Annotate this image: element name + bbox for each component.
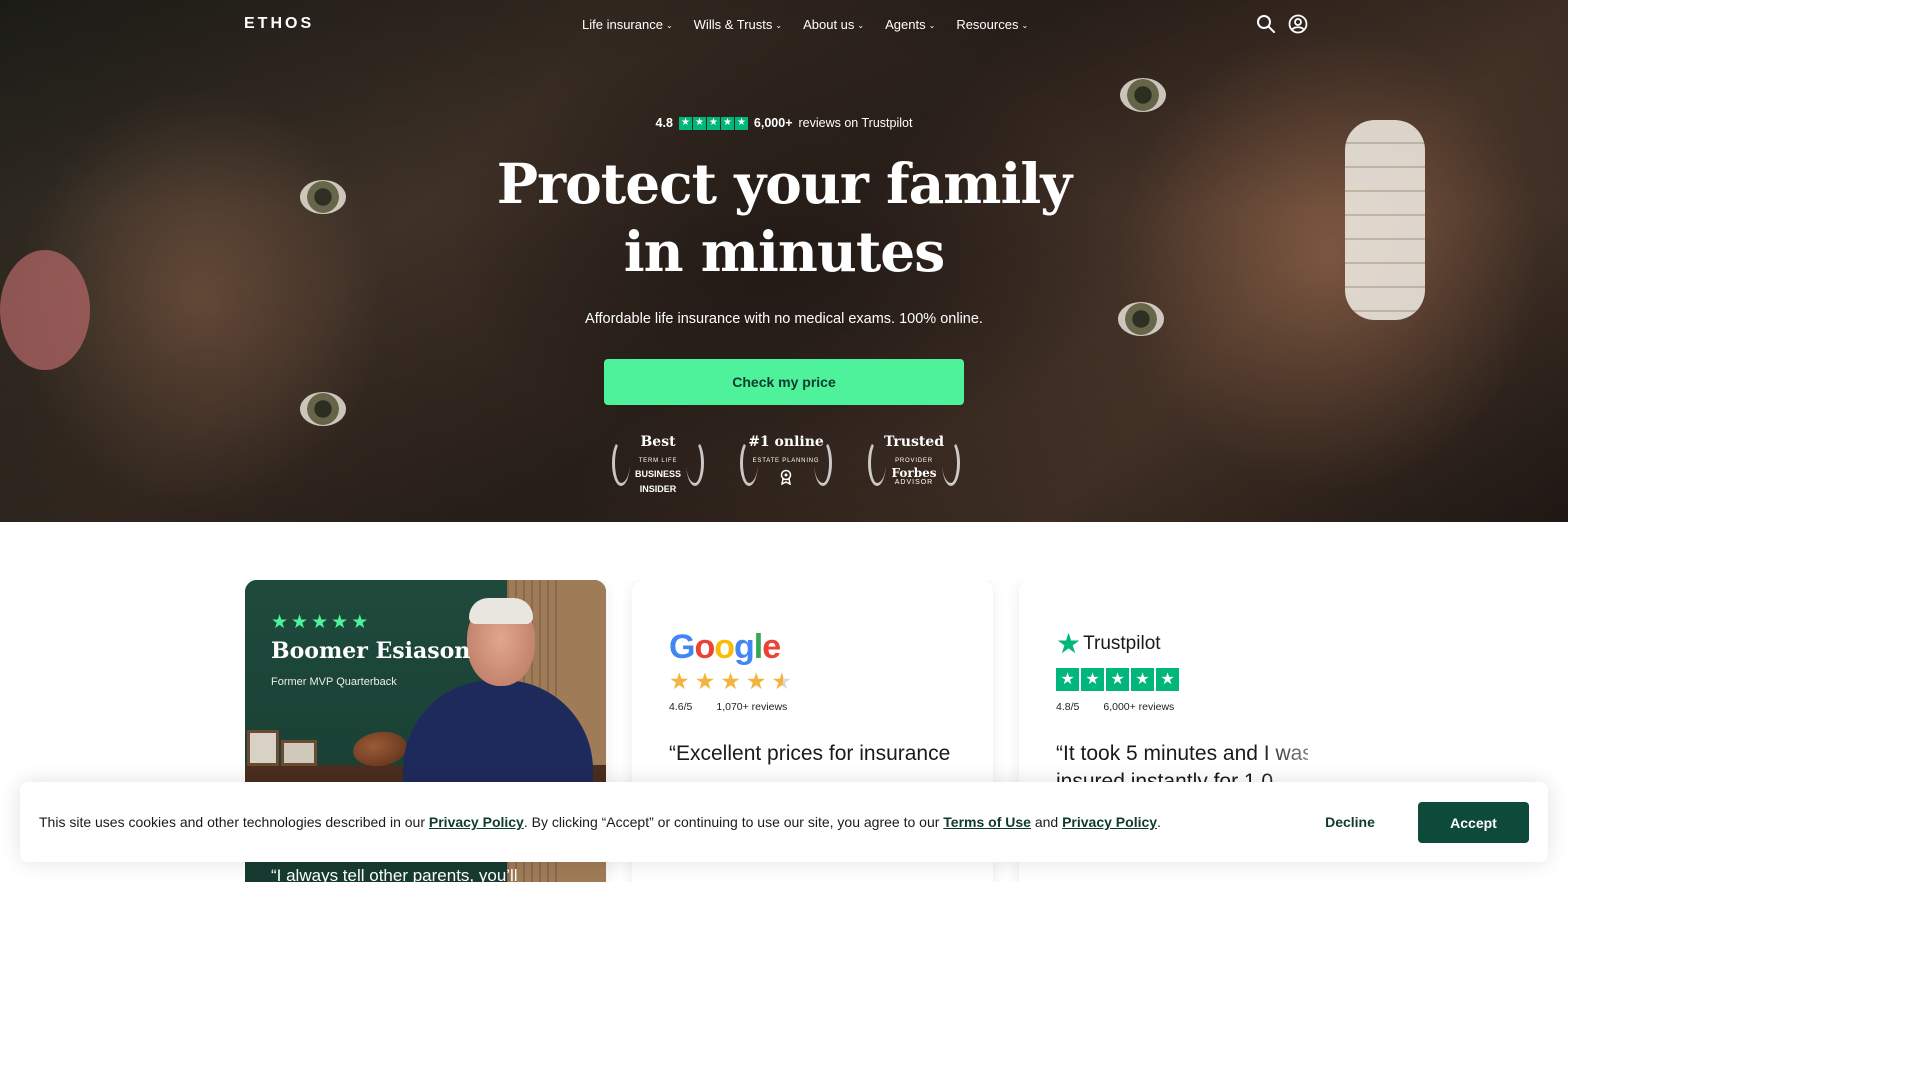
laurel-icon [612, 440, 630, 486]
trustpilot-star-icon: ★ [1056, 628, 1082, 659]
nav-item-label: Resources [956, 17, 1019, 32]
nav-item-label: Wills & Trusts [693, 17, 773, 32]
chevron-down-icon: ⌄ [857, 21, 865, 30]
star-icon: ★ [331, 612, 349, 633]
star-icon: ★ [692, 116, 706, 130]
ethos-logo[interactable]: ETHOS [244, 15, 314, 33]
award-forbes-advisor: Trusted PROVIDER Forbes ADVISOR [866, 430, 962, 502]
trustpilot-brand: Trustpilot [1083, 633, 1161, 654]
photo-frame [281, 740, 317, 766]
nav-item-label: Agents [885, 17, 926, 32]
cookie-text: This site uses cookies and other technol… [39, 814, 429, 830]
chevron-down-icon: ⌄ [1021, 21, 1029, 30]
star-icon: ★ [351, 612, 369, 633]
trustpilot-stars: ★ ★ ★ ★ ★ [678, 116, 748, 130]
laurel-icon [740, 440, 758, 486]
top-navigation: ETHOS Life insurance ⌄ Wills & Trusts ⌄ Ab… [0, 0, 1568, 50]
five-star-rating: ★ ★ ★ ★ ★ [271, 613, 368, 632]
accept-button[interactable]: Accept [1418, 802, 1529, 843]
trustpilot-rating: 4.8/5 [1056, 701, 1080, 713]
half-star-icon: ★ [771, 668, 793, 694]
trustpilot-review-count: 6,000+ reviews [1103, 701, 1175, 713]
trustpilot-rating-meta: 4.8/5 6,000+ reviews [1056, 701, 1174, 713]
laurel-icon [868, 440, 886, 486]
nav-item-about-us[interactable]: About us ⌄ [803, 17, 864, 32]
star-icon: ★ [669, 668, 690, 694]
nav-item-agents[interactable]: Agents ⌄ [885, 17, 935, 32]
trustpilot-star-rating: ★ ★ ★ ★ ★ [1056, 668, 1179, 691]
cookie-text: and [1030, 814, 1063, 830]
cookie-text: . [1157, 814, 1161, 830]
hero-headline: Protect your family in minutes [0, 150, 1568, 286]
hero-photo-eye [1120, 78, 1166, 112]
nav-item-label: About us [803, 17, 855, 32]
star-icon: ★ [745, 668, 767, 694]
photo-frame [247, 730, 279, 766]
star-icon: ★ [1081, 668, 1104, 691]
rating-count: 6,000+ [753, 116, 793, 130]
spokesperson-name: Boomer Esiason [271, 638, 471, 664]
hero-photo-eye [300, 392, 346, 426]
cookie-banner: This site uses cookies and other technol… [20, 782, 1548, 862]
award-estate-planning: #1 online ESTATE PLANNING [738, 430, 834, 502]
headline-line-1: Protect your family [496, 151, 1072, 216]
trustpilot-logo: ★ Trustpilot [1056, 630, 1161, 658]
award-brand-line-2: INSIDER [639, 484, 677, 494]
star-icon: ★ [694, 668, 716, 694]
nav-item-wills-trusts[interactable]: Wills & Trusts ⌄ [694, 17, 782, 32]
award-business-insider: Best TERM LIFE BUSINESS INSIDER [610, 430, 706, 502]
star-icon: ★ [1056, 668, 1079, 691]
spokesperson-hair [469, 598, 533, 624]
nav-icon-group [1256, 14, 1308, 34]
hero-subheadline: Affordable life insurance with no medica… [585, 311, 983, 327]
laurel-icon [686, 440, 704, 486]
google-rating: 4.6/5 [669, 701, 693, 713]
spokesperson-role: Former MVP Quarterback [271, 676, 397, 688]
star-icon: ★ [311, 612, 329, 633]
star-icon: ★ [678, 116, 692, 130]
star-icon: ★ [720, 116, 734, 130]
spokesperson-quote: “I always tell other parents, you’ll [271, 866, 518, 882]
chevron-down-icon: ⌄ [775, 21, 783, 30]
chevron-down-icon: ⌄ [665, 21, 673, 30]
rating-score: 4.8 [655, 116, 673, 130]
main-menu: Life insurance ⌄ Wills & Trusts ⌄ About us… [582, 17, 1049, 32]
star-icon: ★ [271, 612, 289, 633]
nav-item-life-insurance[interactable]: Life insurance ⌄ [582, 17, 673, 32]
star-icon: ★ [720, 668, 741, 694]
star-icon: ★ [1106, 668, 1129, 691]
cookie-message: This site uses cookies and other technol… [39, 814, 1161, 830]
cookie-text: . By clicking “Accept” or continuing to … [523, 814, 944, 830]
laurel-icon [942, 440, 960, 486]
google-logo: Google [669, 628, 781, 666]
google-review-quote: “Excellent prices for insurance [669, 742, 951, 765]
nav-item-label: Life insurance [582, 17, 663, 32]
decline-button[interactable]: Decline [1310, 802, 1390, 842]
star-icon: ★ [706, 116, 720, 130]
account-icon[interactable] [1288, 14, 1308, 34]
awards-row: Best TERM LIFE BUSINESS INSIDER #1 onlin… [610, 430, 962, 502]
star-icon: ★ [734, 116, 748, 130]
hero-section: ETHOS Life insurance ⌄ Wills & Trusts ⌄ Ab… [0, 0, 1568, 522]
chevron-down-icon: ⌄ [928, 21, 936, 30]
headline-line-2: in minutes [623, 219, 945, 284]
terms-of-use-link[interactable]: Terms of Use [943, 814, 1031, 830]
laurel-icon [814, 440, 832, 486]
privacy-policy-link[interactable]: Privacy Policy [1062, 814, 1157, 830]
google-rating-meta: 4.6/5 1,070+ reviews [669, 701, 787, 713]
google-star-rating: ★ ★ ★ ★ ★ [669, 670, 792, 693]
star-icon: ★ [1131, 668, 1154, 691]
star-icon: ★ [1156, 668, 1179, 691]
google-review-count: 1,070+ reviews [716, 701, 788, 713]
star-icon: ★ [291, 612, 309, 633]
search-icon[interactable] [1256, 14, 1276, 34]
privacy-policy-link[interactable]: Privacy Policy [429, 814, 524, 830]
nav-item-resources[interactable]: Resources ⌄ [956, 17, 1028, 32]
check-my-price-button[interactable]: Check my price [604, 359, 964, 405]
rating-suffix: reviews on Trustpilot [798, 116, 913, 130]
trustpilot-rating[interactable]: 4.8 ★ ★ ★ ★ ★ 6,000+ reviews on Trustpil… [0, 116, 1568, 130]
